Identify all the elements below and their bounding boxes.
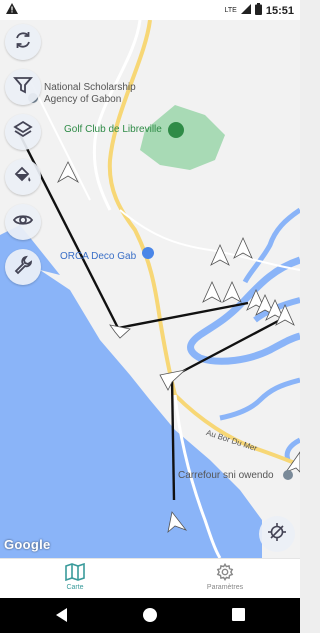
nav-map-label: Carte <box>66 584 84 591</box>
home-button[interactable] <box>143 608 157 627</box>
warning-icon <box>6 3 18 17</box>
layers-button[interactable] <box>5 114 41 150</box>
poi-pin-carrefour[interactable] <box>283 470 293 480</box>
visibility-button[interactable] <box>5 204 41 240</box>
filter-icon <box>13 75 33 100</box>
back-button[interactable] <box>55 608 69 627</box>
network-type: LTE <box>224 7 237 14</box>
filter-button[interactable] <box>5 69 41 105</box>
poi-label-carrefour: Carrefour sni owendo <box>178 470 274 481</box>
wrench-icon <box>13 255 33 280</box>
map-icon <box>65 562 85 583</box>
refresh-icon <box>13 30 33 55</box>
poi-pin-golf[interactable] <box>168 122 184 138</box>
signal-icon <box>240 4 251 17</box>
gear-icon <box>216 562 234 583</box>
map-view[interactable]: National Scholarship Agency of Gabon Gol… <box>0 20 300 558</box>
google-attribution: Google <box>4 537 51 552</box>
refresh-button[interactable] <box>5 24 41 60</box>
recents-button[interactable] <box>232 608 245 626</box>
paint-bucket-icon <box>13 165 33 190</box>
nav-settings-label: Paramètres <box>206 584 244 591</box>
status-bar: LTE 15:51 <box>0 0 300 20</box>
nav-map[interactable]: Carte <box>0 562 150 591</box>
poi-pin-orca[interactable] <box>142 247 154 259</box>
layers-icon <box>13 120 33 145</box>
poi-label-scholarship: National Scholarship Agency of Gabon <box>44 82 136 105</box>
paint-button[interactable] <box>5 159 41 195</box>
recenter-button[interactable] <box>259 516 295 552</box>
clock: 15:51 <box>265 4 294 17</box>
poi-label-orca: ORCA Deco Gab <box>60 251 137 262</box>
nav-settings[interactable]: Paramètres <box>150 562 300 591</box>
eye-icon <box>12 210 34 235</box>
bottom-navigation: Carte Paramètres <box>0 558 300 599</box>
settings-tool-button[interactable] <box>5 249 41 285</box>
battery-icon <box>254 3 262 18</box>
system-navigation-bar <box>0 598 300 633</box>
poi-label-golf: Golf Club de Libreville <box>64 124 162 135</box>
crosshair-icon <box>267 522 287 547</box>
